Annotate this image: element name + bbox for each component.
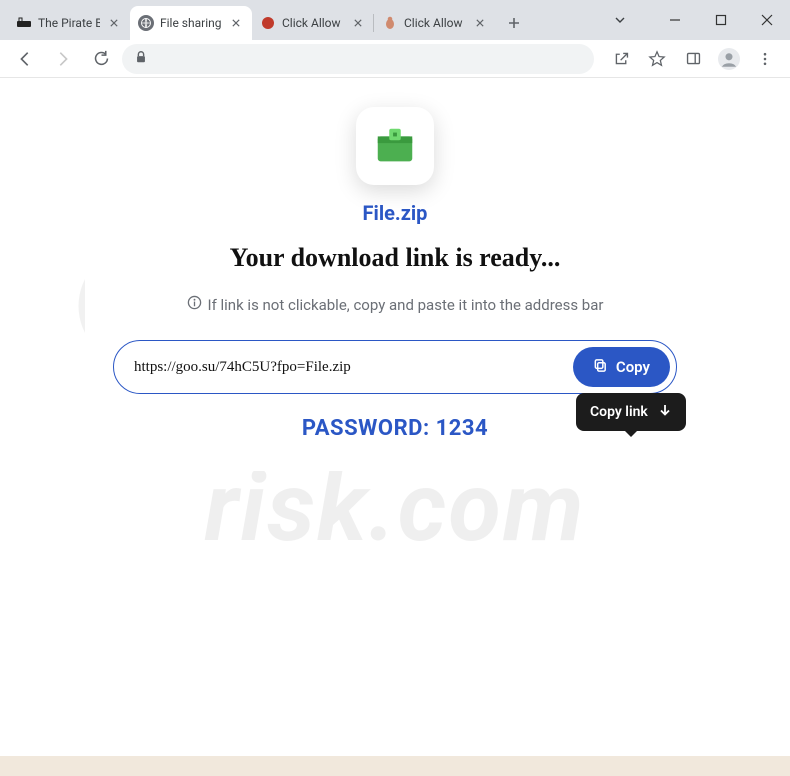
file-name: File.zip <box>113 201 677 225</box>
tab-pirate-bay[interactable]: The Pirate Bay <box>8 6 130 40</box>
close-icon[interactable] <box>228 15 244 31</box>
tab-file-sharing[interactable]: File sharing se <box>130 6 252 40</box>
new-tab-button[interactable] <box>500 9 528 37</box>
info-icon <box>187 295 202 314</box>
minimize-button[interactable] <box>652 0 698 40</box>
kebab-menu-icon[interactable] <box>748 42 782 76</box>
tabs-dropdown-icon[interactable] <box>600 0 640 40</box>
pirate-favicon <box>16 15 32 31</box>
link-box: https://goo.su/74hC5U?fpo=File.zip Copy <box>113 340 677 394</box>
password-label: PASSWORD: 1234 <box>113 416 677 441</box>
tab-title: File sharing se <box>160 16 222 30</box>
share-icon[interactable] <box>604 42 638 76</box>
bookmark-star-icon[interactable] <box>640 42 674 76</box>
back-button[interactable] <box>8 42 42 76</box>
address-bar[interactable] <box>122 44 594 74</box>
headline: Your download link is ready... <box>113 243 677 273</box>
page-content: //C risk.com File.zip Your download link… <box>0 78 790 756</box>
close-icon[interactable] <box>350 15 366 31</box>
window-controls <box>652 0 790 40</box>
download-url[interactable]: https://goo.su/74hC5U?fpo=File.zip <box>134 359 563 376</box>
copy-label: Copy <box>616 358 650 376</box>
tab-click-allow-if[interactable]: Click Allow if y <box>374 6 496 40</box>
tab-title: Click Allow if y <box>404 16 466 30</box>
download-card: File.zip Your download link is ready... … <box>85 133 705 471</box>
browser-toolbar <box>0 40 790 78</box>
browser-titlebar: The Pirate Bay File sharing se Click All… <box>0 0 790 40</box>
close-icon[interactable] <box>106 15 122 31</box>
red-dot-favicon <box>260 15 276 31</box>
close-icon[interactable] <box>472 15 488 31</box>
hint-label: If link is not clickable, copy and paste… <box>208 296 604 314</box>
forward-button[interactable] <box>46 42 80 76</box>
close-window-button[interactable] <box>744 0 790 40</box>
archive-file-icon <box>356 107 434 185</box>
copy-icon <box>593 358 608 377</box>
maximize-button[interactable] <box>698 0 744 40</box>
bug-favicon <box>382 15 398 31</box>
side-panel-icon[interactable] <box>676 42 710 76</box>
globe-favicon <box>138 15 154 31</box>
tab-title: The Pirate Bay <box>38 16 100 30</box>
profile-avatar[interactable] <box>712 42 746 76</box>
tab-strip: The Pirate Bay File sharing se Click All… <box>8 6 528 40</box>
reload-button[interactable] <box>84 42 118 76</box>
tab-click-allow[interactable]: Click Allow <box>252 6 374 40</box>
tab-title: Click Allow <box>282 16 344 30</box>
footer-bar <box>0 756 790 776</box>
lock-icon <box>134 49 148 68</box>
copy-button[interactable]: Copy <box>573 347 670 387</box>
hint-text: If link is not clickable, copy and paste… <box>113 295 677 314</box>
